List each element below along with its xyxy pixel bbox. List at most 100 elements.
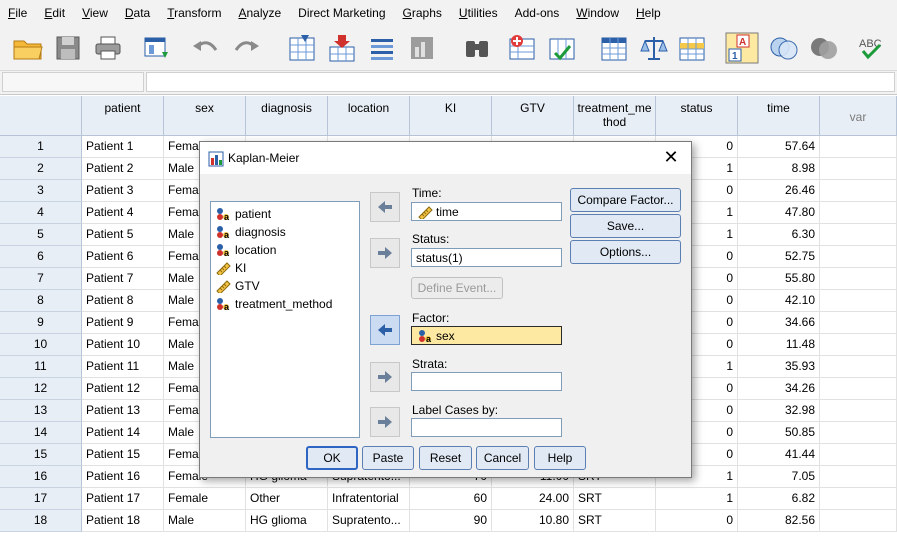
cell-reference-box[interactable] <box>2 72 144 92</box>
column-header-time[interactable]: time <box>738 96 820 136</box>
row-header[interactable]: 8 <box>0 290 82 312</box>
grid-cell-empty[interactable] <box>820 378 897 400</box>
grid-cell[interactable]: Supratento... <box>328 510 410 532</box>
variable-source-list[interactable]: a patient a diagnosis a location KI GTV a treatme… <box>210 201 360 438</box>
grid-cell[interactable]: HG glioma <box>246 510 328 532</box>
grid-cell[interactable]: 11.48 <box>738 334 820 356</box>
menu-view[interactable]: View <box>74 0 117 27</box>
strata-field[interactable] <box>411 372 562 391</box>
variables-icon[interactable] <box>365 31 399 65</box>
menu-help[interactable]: Help <box>628 0 670 27</box>
move-factor-button[interactable] <box>370 315 400 345</box>
select-cases-icon[interactable] <box>675 31 709 65</box>
grid-cell[interactable]: SRT <box>574 488 656 510</box>
grid-cell[interactable]: 8.98 <box>738 158 820 180</box>
status-field[interactable]: status(1) <box>411 248 562 267</box>
grid-cell[interactable]: Patient 17 <box>82 488 164 510</box>
column-header-ki[interactable]: KI <box>410 96 492 136</box>
grid-cell[interactable]: Patient 13 <box>82 400 164 422</box>
grid-cell[interactable]: Patient 1 <box>82 136 164 158</box>
grid-cell[interactable]: 34.66 <box>738 312 820 334</box>
grid-cell-empty[interactable] <box>820 488 897 510</box>
column-header-treatment-method[interactable]: treatment_method <box>574 96 656 136</box>
grid-cell[interactable]: 35.93 <box>738 356 820 378</box>
grid-cell[interactable]: 52.75 <box>738 246 820 268</box>
grid-cell[interactable]: SRT <box>574 510 656 532</box>
save-button[interactable]: Save... <box>570 214 681 238</box>
row-header[interactable]: 7 <box>0 268 82 290</box>
grid-cell[interactable]: Patient 6 <box>82 246 164 268</box>
grid-cell[interactable]: 6.30 <box>738 224 820 246</box>
grid-cell[interactable]: 90 <box>410 510 492 532</box>
help-button[interactable]: Help <box>534 446 586 470</box>
row-header[interactable]: 6 <box>0 246 82 268</box>
value-labels-icon[interactable]: A1 <box>725 31 759 65</box>
grid-cell[interactable]: Patient 4 <box>82 202 164 224</box>
variable-item-gtv[interactable]: GTV <box>211 277 359 295</box>
grid-cell[interactable]: Patient 11 <box>82 356 164 378</box>
row-header[interactable]: 3 <box>0 180 82 202</box>
menu-add-ons[interactable]: Add-ons <box>507 0 569 27</box>
grid-cell[interactable]: Patient 16 <box>82 466 164 488</box>
goto-case-icon[interactable] <box>285 31 319 65</box>
menu-utilities[interactable]: Utilities <box>451 0 507 27</box>
grid-cell-empty[interactable] <box>820 334 897 356</box>
cell-value-input[interactable] <box>146 72 895 92</box>
menu-analyze[interactable]: Analyze <box>230 0 290 27</box>
dialog-titlebar[interactable]: Kaplan-Meier ✕ <box>200 142 691 174</box>
split-file-icon[interactable] <box>597 31 631 65</box>
column-header-diagnosis[interactable]: diagnosis <box>246 96 328 136</box>
variable-item-treatment-method[interactable]: a treatment_method <box>211 295 359 313</box>
grid-cell[interactable]: Patient 2 <box>82 158 164 180</box>
dialog-recall-icon[interactable] <box>140 31 174 65</box>
close-icon[interactable]: ✕ <box>661 147 681 167</box>
grid-cell[interactable]: Patient 12 <box>82 378 164 400</box>
column-header-location[interactable]: location <box>328 96 410 136</box>
insert-cases-icon[interactable] <box>505 31 539 65</box>
grid-cell[interactable]: 1 <box>656 488 738 510</box>
grid-cell[interactable]: 50.85 <box>738 422 820 444</box>
variable-item-ki[interactable]: KI <box>211 259 359 277</box>
grid-cell-empty[interactable] <box>820 290 897 312</box>
grid-cell[interactable]: Patient 8 <box>82 290 164 312</box>
grid-cell[interactable]: 57.64 <box>738 136 820 158</box>
grid-cell[interactable]: 32.98 <box>738 400 820 422</box>
grid-cell[interactable]: Other <box>246 488 328 510</box>
column-header-var[interactable]: var <box>820 96 897 136</box>
options-button[interactable]: Options... <box>570 240 681 264</box>
grid-cell-empty[interactable] <box>820 444 897 466</box>
grid-cell[interactable]: Patient 3 <box>82 180 164 202</box>
grid-cell[interactable]: 24.00 <box>492 488 574 510</box>
grid-cell-empty[interactable] <box>820 202 897 224</box>
factor-field[interactable]: a sex <box>411 326 562 345</box>
undo-icon[interactable] <box>188 31 222 65</box>
grid-cell[interactable]: 47.80 <box>738 202 820 224</box>
column-header-status[interactable]: status <box>656 96 738 136</box>
grid-cell-empty[interactable] <box>820 268 897 290</box>
grid-cell[interactable]: 41.44 <box>738 444 820 466</box>
use-sets-icon[interactable] <box>767 31 801 65</box>
grid-cell[interactable]: 82.56 <box>738 510 820 532</box>
row-header[interactable]: 10 <box>0 334 82 356</box>
column-header-gtv[interactable]: GTV <box>492 96 574 136</box>
show-all-variables-icon[interactable] <box>807 31 841 65</box>
grid-cell[interactable]: 6.82 <box>738 488 820 510</box>
move-strata-button[interactable] <box>370 362 400 392</box>
grid-cell[interactable]: Patient 14 <box>82 422 164 444</box>
grid-cell[interactable]: 10.80 <box>492 510 574 532</box>
grid-cell-empty[interactable] <box>820 180 897 202</box>
grid-corner[interactable] <box>0 96 82 136</box>
row-header[interactable]: 13 <box>0 400 82 422</box>
grid-cell[interactable]: Patient 7 <box>82 268 164 290</box>
reset-button[interactable]: Reset <box>419 446 472 470</box>
row-header[interactable]: 17 <box>0 488 82 510</box>
column-header-patient[interactable]: patient <box>82 96 164 136</box>
grid-cell[interactable]: 55.80 <box>738 268 820 290</box>
grid-cell[interactable]: Patient 10 <box>82 334 164 356</box>
redo-icon[interactable] <box>230 31 264 65</box>
menu-transform[interactable]: Transform <box>159 0 230 27</box>
variable-item-location[interactable]: a location <box>211 241 359 259</box>
menu-edit[interactable]: Edit <box>36 0 74 27</box>
variable-item-diagnosis[interactable]: a diagnosis <box>211 223 359 241</box>
row-header[interactable]: 14 <box>0 422 82 444</box>
